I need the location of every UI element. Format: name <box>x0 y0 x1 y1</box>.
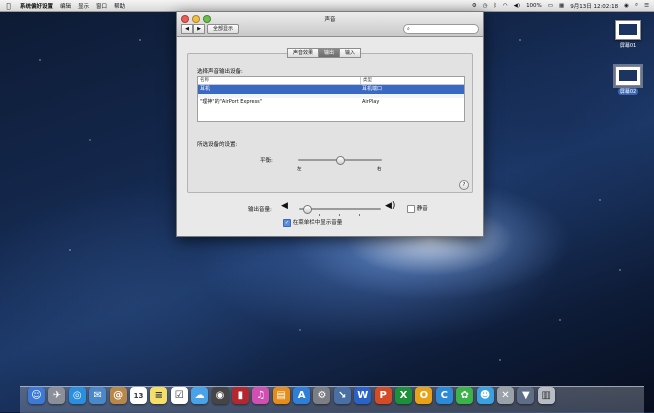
calendar-icon[interactable]: 13 <box>129 387 147 404</box>
output-volume-label: 输出音量: <box>248 207 272 213</box>
reminders-icon[interactable]: ☑ <box>170 387 188 404</box>
messenger-icon[interactable]: ✿ <box>456 387 474 404</box>
show-volume-label: 在菜单栏中显示音量 <box>292 220 343 226</box>
notes-icon[interactable]: ≡ <box>150 387 168 404</box>
launchpad-icon[interactable]: ✈ <box>48 387 66 404</box>
desktop-icon-screen02[interactable]: 屏幕02 <box>610 64 646 95</box>
device-type: 耳机端口 <box>362 86 383 92</box>
date-time[interactable]: 9月13日 12:02:18 <box>570 2 618 10</box>
desktop-icon-label: 屏幕01 <box>619 43 637 49</box>
screenshot-thumbnail-icon <box>615 20 641 40</box>
crossover-icon[interactable]: ✕ <box>496 387 514 404</box>
column-header-type[interactable]: 类型 <box>361 77 372 84</box>
flag-icon[interactable]: ▦ <box>559 3 564 9</box>
output-device-section-label: 选择声音输出设备: <box>197 69 243 75</box>
slider-tick <box>319 214 320 216</box>
volume-status-icon[interactable]: ◀) <box>514 3 520 9</box>
user-icon[interactable]: ◉ <box>624 3 629 9</box>
help-button[interactable]: ? <box>459 180 469 190</box>
slider-tick <box>359 214 360 216</box>
menu-view[interactable]: 显示 <box>78 2 89 10</box>
tab-input[interactable]: 输入 <box>339 48 362 58</box>
safari-icon[interactable]: ◎ <box>68 387 86 404</box>
battery-icon[interactable]: ▭ <box>548 3 553 9</box>
menu-extras: ⚙ ◷ ᛒ ◠ ◀) 100% ▭ ▦ 9月13日 12:02:18 ◉ ⌕ ☰ <box>472 2 654 10</box>
balance-slider-knob[interactable] <box>336 156 345 165</box>
menu-window[interactable]: 窗口 <box>96 2 107 10</box>
tab-sound-effects[interactable]: 声音效果 <box>287 48 320 58</box>
contacts-icon[interactable]: @ <box>109 387 127 404</box>
device-name: 耳机 <box>200 86 211 92</box>
navigation-buttons: ◀ ▶ <box>181 24 205 34</box>
lync-icon[interactable]: C <box>435 387 453 404</box>
wifi-icon[interactable]: ◠ <box>503 3 508 9</box>
word-icon[interactable]: W <box>354 387 372 404</box>
device-settings-label: 所选设备的设置: <box>197 142 238 148</box>
itunes-icon[interactable]: ♫ <box>252 387 270 404</box>
menu-app-name[interactable]: 系统偏好设置 <box>20 2 53 10</box>
mute-control[interactable]: 静音 <box>407 204 428 213</box>
show-volume-checkbox[interactable]: ✓ <box>283 218 291 227</box>
app-store-icon[interactable]: A <box>293 387 311 404</box>
table-row[interactable]: "理神"的"AirPort Express" AirPlay <box>198 98 464 107</box>
apple-menu-icon[interactable]:  <box>4 2 13 10</box>
show-all-button[interactable]: 全部显示 <box>207 24 240 34</box>
tab-bar: 声音效果 输出 输入 <box>287 48 362 58</box>
slider-tick <box>339 214 340 216</box>
messages-icon[interactable]: ☁ <box>191 387 209 404</box>
screenshot-thumbnail-icon <box>613 64 643 88</box>
table-row[interactable]: 耳机 耳机端口 <box>198 85 464 94</box>
ibooks-icon[interactable]: ▤ <box>272 387 290 404</box>
dock-icons: ☺ ✈ ◎ ✉ @13 ≡ ☑ ☁ ◉ ▮ ♫ ▤ A ⚙ ↘ W P X O C ✿ ☻ ✕ ▼ ▥ <box>28 387 555 404</box>
notification-center-icon[interactable]: ☰ <box>644 3 649 9</box>
launcher-icon[interactable]: ↘ <box>333 387 351 404</box>
table-header: 名称 类型 <box>198 77 464 85</box>
output-panel: 选择声音输出设备: 名称 类型 耳机 耳机端口 "理神"的"AirPort Ex… <box>187 53 473 193</box>
downloads-icon[interactable]: ▼ <box>517 387 535 404</box>
forward-button[interactable]: ▶ <box>193 24 205 34</box>
device-name: "理神"的"AirPort Express" <box>200 99 263 105</box>
output-volume-slider-knob[interactable] <box>302 205 312 214</box>
spotlight-icon[interactable]: ⌕ <box>635 2 638 9</box>
qq-icon[interactable]: ☻ <box>476 387 494 404</box>
gear-icon[interactable]: ⚙ <box>472 3 477 9</box>
balance-slider[interactable] <box>298 156 382 165</box>
back-button[interactable]: ◀ <box>181 24 193 34</box>
device-type: AirPlay <box>362 99 380 105</box>
output-device-table[interactable]: 名称 类型 耳机 耳机端口 "理神"的"AirPort Express" Air… <box>197 76 465 122</box>
photo-booth-icon[interactable]: ▮ <box>231 387 249 404</box>
mute-checkbox[interactable] <box>407 204 415 213</box>
volume-high-icon: ◀) <box>385 201 396 211</box>
search-input[interactable]: ⌕ <box>403 24 479 34</box>
desktop-icon-label: 屏幕02 <box>617 88 639 95</box>
bluetooth-icon[interactable]: ᛒ <box>494 3 497 9</box>
sound-preferences-window: 声音 ◀ ▶ 全部显示 ⌕ 选择声音输出设备: 名称 类型 耳机 耳机端口 "理… <box>176 11 484 237</box>
tab-output[interactable]: 输出 <box>318 48 341 58</box>
balance-right-label: 右 <box>377 167 382 172</box>
window-title: 声音 <box>324 17 336 23</box>
battery-percent[interactable]: 100% <box>526 3 542 9</box>
volume-low-icon: ◀ <box>281 201 288 211</box>
excel-icon[interactable]: X <box>395 387 413 404</box>
trash-icon[interactable]: ▥ <box>537 387 555 404</box>
balance-left-label: 左 <box>297 167 302 172</box>
mute-label: 静音 <box>416 206 428 212</box>
menu-edit[interactable]: 编辑 <box>60 2 71 10</box>
window-titlebar[interactable]: 声音 ◀ ▶ 全部显示 ⌕ <box>177 12 483 37</box>
finder-icon[interactable]: ☺ <box>28 387 45 404</box>
outlook-icon[interactable]: O <box>415 387 433 404</box>
output-volume-slider[interactable] <box>299 205 381 216</box>
facetime-icon[interactable]: ◉ <box>211 387 229 404</box>
menu-help[interactable]: 帮助 <box>114 2 125 10</box>
column-header-name[interactable]: 名称 <box>198 77 361 84</box>
desktop-icon-screen01[interactable]: 屏幕01 <box>610 20 646 49</box>
mail-icon[interactable]: ✉ <box>89 387 107 404</box>
clock-status-icon[interactable]: ◷ <box>483 3 488 9</box>
powerpoint-icon[interactable]: P <box>374 387 392 404</box>
show-volume-in-menubar[interactable]: ✓ 在菜单栏中显示音量 <box>283 218 342 227</box>
balance-label: 平衡: <box>260 158 273 164</box>
system-preferences-icon[interactable]: ⚙ <box>313 387 331 404</box>
search-icon: ⌕ <box>407 26 410 32</box>
